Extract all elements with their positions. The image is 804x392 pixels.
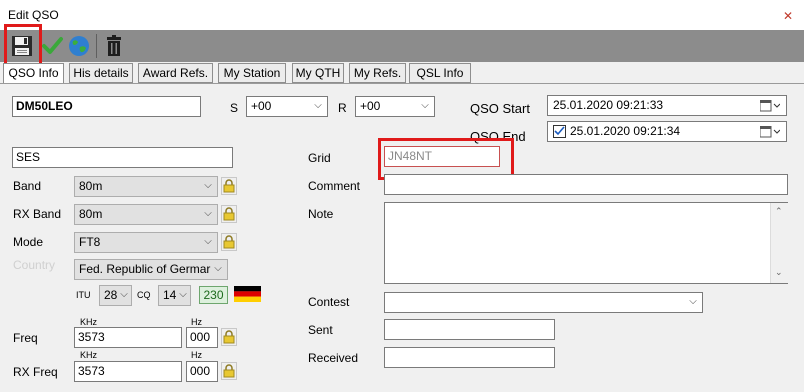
band-value: 80m — [79, 179, 103, 193]
mode-select[interactable]: FT8 ⌵ — [74, 232, 218, 253]
freq-khz-input[interactable]: 3573 — [74, 327, 182, 348]
tab-my-qth[interactable]: My QTH — [292, 63, 344, 83]
padlock-icon — [223, 364, 235, 378]
note-label: Note — [308, 207, 334, 221]
band-select[interactable]: 80m ⌵ — [74, 176, 218, 197]
cq-select[interactable]: 14 ⌵ — [158, 285, 191, 306]
chevron-down-icon: ⌵ — [179, 289, 187, 300]
title-bar — [0, 0, 804, 30]
rx-freq-hz-input[interactable]: 000 — [186, 361, 218, 382]
rx-freq-lock-button[interactable] — [221, 362, 237, 380]
rx-band-select[interactable]: 80m ⌵ — [74, 204, 218, 225]
germany-flag-icon — [234, 286, 261, 302]
close-icon[interactable]: ✕ — [780, 8, 796, 24]
s-report-value: +00 — [251, 99, 272, 113]
received-input[interactable] — [384, 347, 555, 368]
qso-start-datetime[interactable]: 25.01.2020 09:21:33 — [547, 95, 787, 116]
rx-freq-khz-input[interactable]: 3573 — [74, 361, 182, 382]
rx-band-value: 80m — [79, 207, 103, 221]
band-label: Band — [13, 179, 42, 193]
callsign-input[interactable]: DM50LEO — [12, 96, 201, 117]
rx-freq-hz-unit: Hz — [191, 350, 202, 360]
chevron-down-icon: ⌵ — [204, 236, 212, 247]
freq-hz-unit: Hz — [191, 317, 202, 327]
rx-band-lock-button[interactable] — [221, 205, 237, 223]
freq-khz-unit: KHz — [80, 317, 98, 327]
band-lock-button[interactable] — [221, 177, 237, 195]
chevron-down-icon: ⌵ — [204, 180, 212, 191]
tab-award-refs[interactable]: Award Refs. — [138, 63, 213, 83]
rx-freq-khz-unit: KHz — [80, 350, 98, 360]
itu-label: ITU — [76, 290, 91, 300]
sent-label: Sent — [308, 323, 333, 337]
padlock-icon — [223, 330, 235, 344]
dxcc-badge: 230 — [199, 286, 228, 304]
qso-start-label: QSO Start — [470, 101, 530, 116]
padlock-icon — [223, 179, 235, 193]
chevron-down-icon: ⌵ — [314, 100, 322, 111]
mode-lock-button[interactable] — [221, 233, 237, 251]
country-value: Fed. Republic of Germar — [79, 262, 211, 276]
received-label: Received — [308, 351, 359, 365]
mode-label: Mode — [13, 235, 44, 249]
sent-input[interactable] — [384, 319, 555, 340]
cq-value: 14 — [163, 288, 177, 302]
contest-label: Contest — [308, 295, 350, 309]
qso-end-datetime[interactable]: 25.01.2020 09:21:34 — [547, 121, 787, 142]
itu-value: 28 — [104, 288, 118, 302]
tab-qso-info[interactable]: QSO Info — [3, 63, 64, 85]
chevron-down-icon: ⌵ — [689, 296, 697, 307]
s-report-label: S — [230, 101, 239, 115]
tab-his-details[interactable]: His details — [69, 63, 133, 83]
chevron-down-icon: ⌵ — [214, 263, 222, 274]
chevron-down-icon: ⌵ — [421, 100, 429, 111]
chevron-down-icon: ⌵ — [120, 289, 128, 300]
confirm-button[interactable] — [38, 32, 66, 60]
padlock-icon — [223, 207, 235, 221]
contest-select[interactable]: ⌵ — [384, 292, 703, 313]
comment-label: Comment — [308, 179, 361, 193]
note-scrollbar[interactable]: ⌃ ⌄ — [770, 203, 788, 283]
country-label: Country — [13, 258, 56, 272]
cq-label: CQ — [137, 290, 151, 300]
chevron-down-icon: ⌵ — [204, 208, 212, 219]
freq-label: Freq — [13, 331, 38, 345]
country-select[interactable]: Fed. Republic of Germar ⌵ — [74, 259, 228, 280]
qso-end-checkbox[interactable] — [553, 125, 566, 138]
rx-freq-label: RX Freq — [13, 365, 58, 379]
green-check-icon — [42, 37, 63, 54]
s-report-select[interactable]: +00 ⌵ — [246, 96, 328, 117]
name-input[interactable]: SES — [12, 147, 233, 168]
r-report-label: R — [338, 101, 347, 115]
tab-my-refs[interactable]: My Refs. — [349, 63, 406, 83]
scroll-up-icon[interactable]: ⌃ — [775, 206, 783, 217]
comment-input[interactable] — [384, 174, 788, 195]
r-report-value: +00 — [360, 99, 381, 113]
toolbar-separator — [96, 34, 97, 58]
freq-lock-button[interactable] — [221, 328, 237, 346]
mode-value: FT8 — [79, 235, 101, 249]
padlock-icon — [223, 235, 235, 249]
lookup-web-button[interactable] — [65, 32, 93, 60]
qso-end-value: 25.01.2020 09:21:34 — [570, 124, 681, 138]
calendar-dropdown-icon — [760, 126, 780, 138]
itu-select[interactable]: 28 ⌵ — [99, 285, 132, 306]
qso-start-value: 25.01.2020 09:21:33 — [553, 98, 664, 112]
tab-qsl-info[interactable]: QSL Info — [409, 63, 471, 83]
note-textarea[interactable] — [384, 202, 788, 284]
rx-band-label: RX Band — [13, 207, 62, 221]
scroll-down-icon[interactable]: ⌄ — [775, 267, 783, 278]
trash-icon — [107, 35, 121, 56]
globe-icon — [69, 36, 89, 56]
tab-my-station[interactable]: My Station — [218, 63, 286, 83]
window-title: Edit QSO — [8, 8, 59, 22]
grid-label: Grid — [308, 151, 331, 165]
calendar-dropdown-icon — [760, 100, 780, 112]
check-icon — [554, 126, 565, 136]
freq-hz-input[interactable]: 000 — [186, 327, 218, 348]
r-report-select[interactable]: +00 ⌵ — [355, 96, 435, 117]
delete-button[interactable] — [100, 32, 128, 60]
